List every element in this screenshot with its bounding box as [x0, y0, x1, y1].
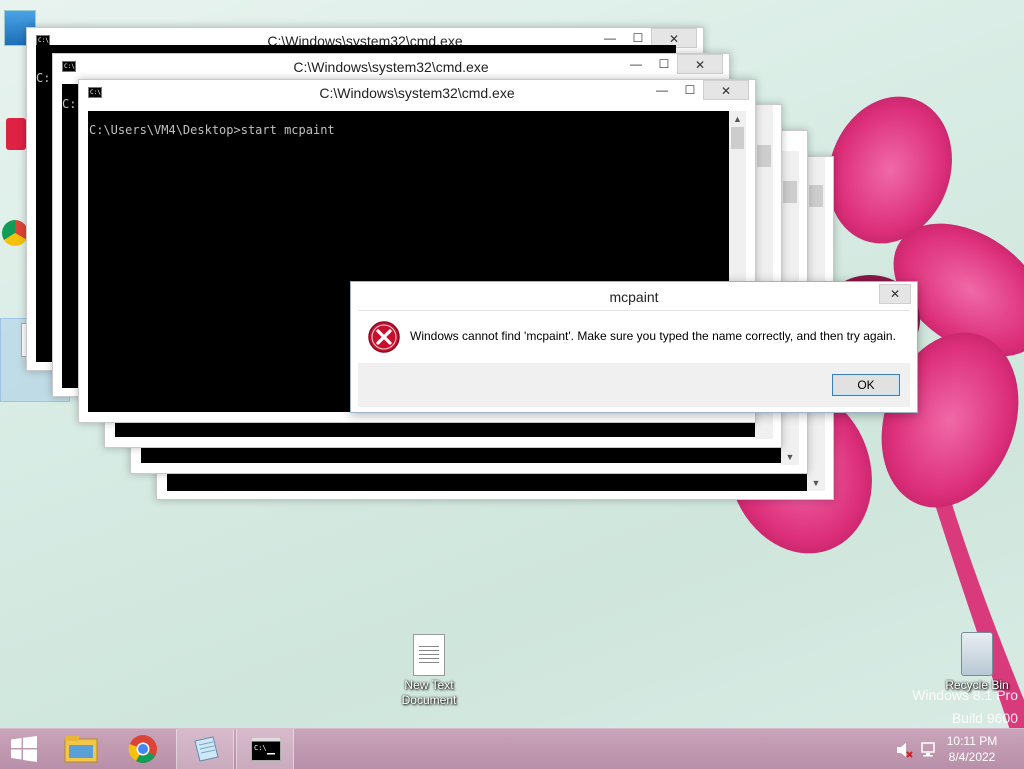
cmd-icon: C:\ — [251, 737, 281, 761]
shortcut-icon — [6, 118, 26, 150]
volume-muted-icon[interactable] — [896, 742, 914, 758]
scroll-up-arrow[interactable]: ▲ — [729, 111, 746, 127]
maximize-button[interactable]: ☐ — [651, 54, 677, 74]
watermark-edition: Windows 8.1 Pro — [912, 687, 1018, 703]
minimize-button[interactable]: — — [623, 54, 649, 74]
scroll-down-arrow[interactable]: ▼ — [807, 475, 825, 491]
file-explorer-icon — [64, 736, 98, 763]
taskbar-chrome[interactable] — [114, 729, 172, 769]
console-prompt: C: — [36, 71, 51, 85]
close-button[interactable]: ✕ — [703, 80, 749, 100]
dialog-body: Windows cannot find 'mcpaint'. Make sure… — [358, 310, 910, 363]
notepad-icon — [194, 736, 219, 762]
maximize-button[interactable]: ☐ — [677, 80, 703, 100]
dialog-footer: OK — [358, 363, 910, 407]
clock-time: 10:11 PM — [946, 734, 998, 748]
close-button[interactable]: ✕ — [677, 54, 723, 74]
title-bar[interactable]: C:\ C:\Windows\system32\cmd.exe — ☐ ✕ — [53, 54, 729, 80]
dialog-message: Windows cannot find 'mcpaint'. Make sure… — [410, 329, 896, 343]
watermark-build: Build 9600 — [951, 710, 1018, 726]
ok-button[interactable]: OK — [832, 374, 900, 396]
error-dialog[interactable]: mcpaint ✕ Windows cannot find 'mcpaint'.… — [350, 281, 918, 413]
chrome-icon — [2, 220, 28, 246]
minimize-button[interactable]: — — [649, 80, 675, 100]
windows-watermark: Windows 8.1 Pro Build 9600 — [912, 684, 1018, 730]
error-icon — [368, 321, 400, 353]
scroll-down-arrow[interactable]: ▼ — [781, 449, 799, 465]
clock[interactable]: 10:11 PM 8/4/2022 — [932, 733, 1012, 765]
scrollbar-thumb[interactable] — [783, 181, 797, 203]
new-text-document-label: New Text Document — [401, 678, 457, 707]
taskbar-file-explorer[interactable] — [52, 729, 110, 769]
chrome-icon — [128, 735, 157, 763]
taskbar: C:\ 10:11 PM 8/4/2022 — [0, 728, 1024, 769]
scrollbar-thumb[interactable] — [731, 127, 744, 149]
taskbar-notepad[interactable] — [176, 729, 234, 769]
scrollbar-thumb[interactable] — [809, 185, 823, 207]
title-bar[interactable]: C:\ C:\Windows\system32\cmd.exe — ☐ ✕ — [79, 80, 755, 106]
windows-logo-icon — [11, 736, 37, 762]
recycle-bin-icon — [961, 632, 993, 676]
console-command-line: C:\Users\VM4\Desktop>start mcpaint — [89, 123, 335, 137]
svg-text:C:\: C:\ — [254, 744, 267, 752]
desktop-icon-new-text-document[interactable]: New Text Document — [394, 634, 464, 708]
clock-date: 8/4/2022 — [948, 750, 996, 764]
taskbar-cmd[interactable]: C:\ — [236, 729, 294, 769]
dialog-close-button[interactable]: ✕ — [879, 284, 911, 304]
text-document-icon — [413, 634, 445, 676]
scrollbar-thumb[interactable] — [757, 145, 771, 167]
console-prompt: C: — [62, 97, 77, 111]
dialog-title: mcpaint — [609, 289, 659, 305]
start-button[interactable] — [0, 729, 50, 769]
